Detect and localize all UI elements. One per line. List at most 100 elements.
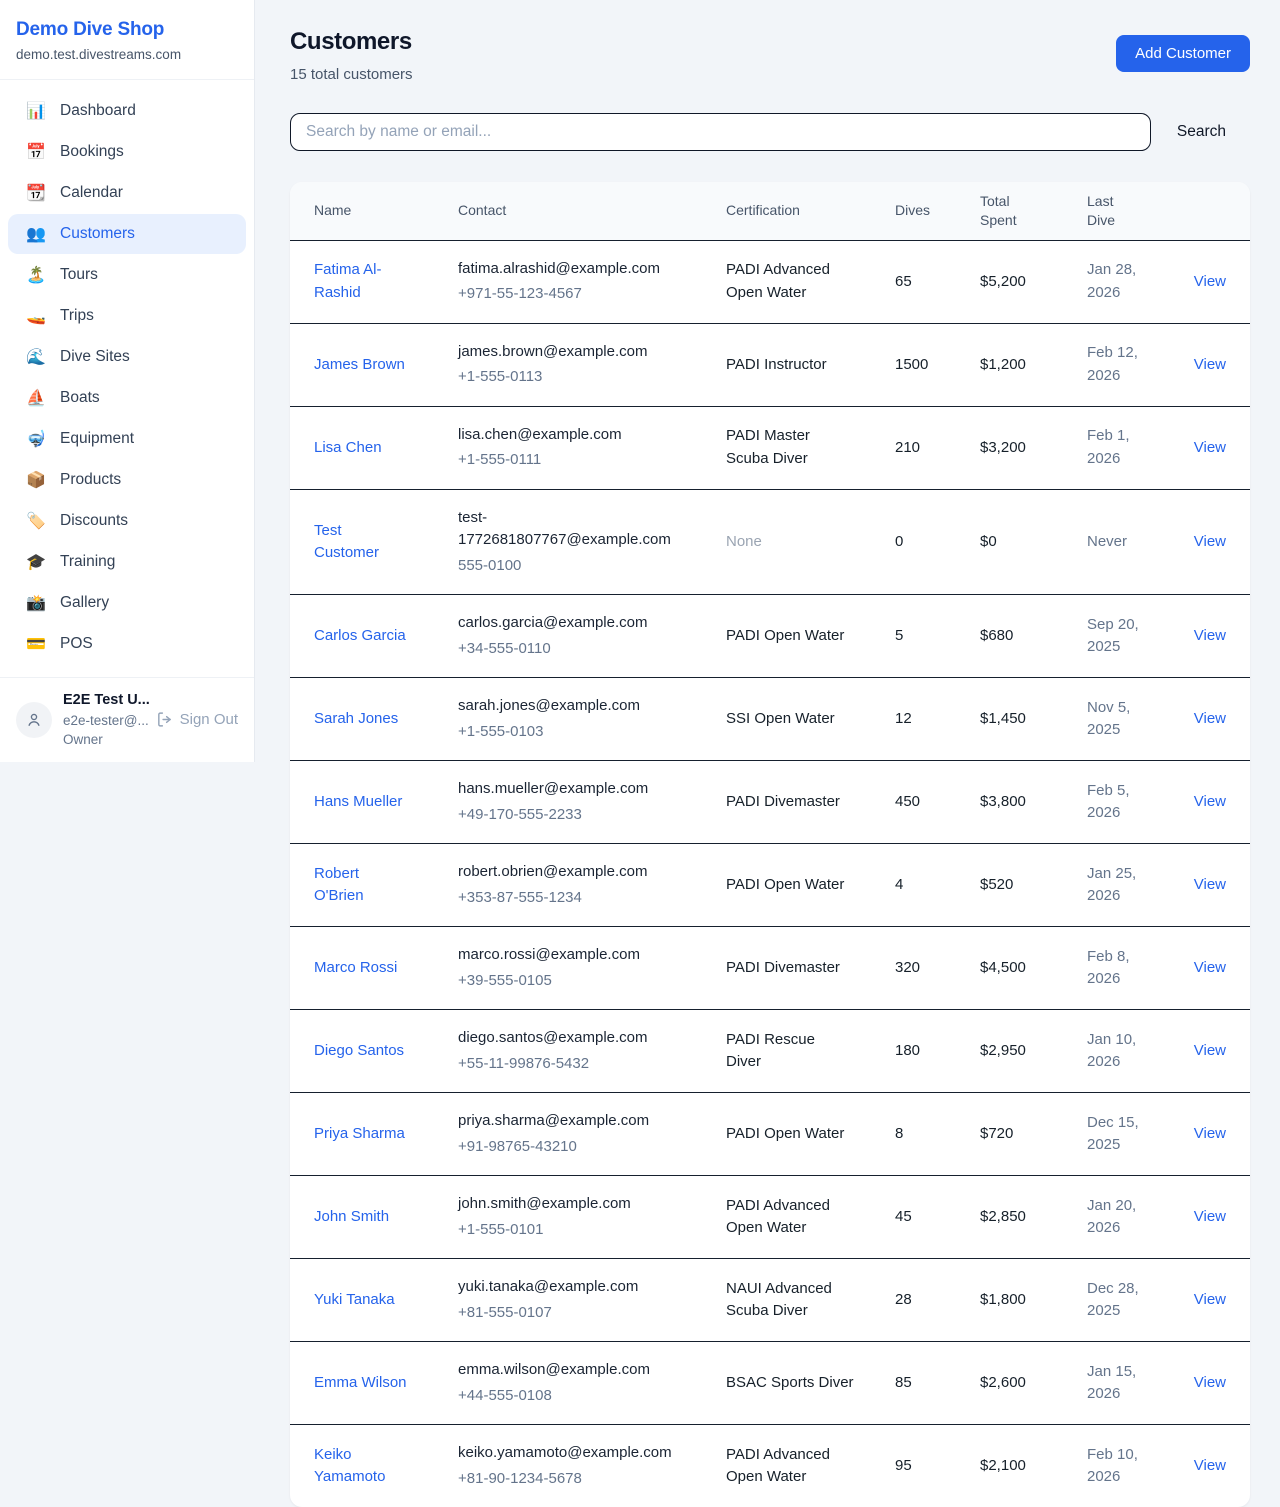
customer-name-link[interactable]: Diego Santos: [314, 1040, 404, 1063]
search-bar: Search: [290, 113, 1250, 151]
view-link[interactable]: View: [1194, 533, 1226, 550]
table-row: Marco Rossi marco.rossi@example.com +39-…: [290, 927, 1250, 1010]
customer-name-link[interactable]: Emma Wilson: [314, 1372, 407, 1395]
view-link[interactable]: View: [1194, 1208, 1226, 1225]
customer-name-link[interactable]: Keiko Yamamoto: [314, 1444, 407, 1489]
search-button[interactable]: Search: [1151, 123, 1250, 141]
view-link[interactable]: View: [1194, 1042, 1226, 1059]
sidebar-item-dive-sites[interactable]: 🌊 Dive Sites: [8, 337, 246, 377]
view-link[interactable]: View: [1194, 959, 1226, 976]
sign-out-label: Sign Out: [180, 711, 238, 728]
table-row: Test Customer test-1772681807767@example…: [290, 489, 1250, 595]
customer-last-dive: Feb 8, 2026: [1087, 946, 1159, 991]
dive-mask-icon: 🤿: [25, 429, 47, 449]
customer-phone: +55-11-99876-5432: [458, 1053, 686, 1076]
customer-dives: 28: [895, 1259, 980, 1342]
customer-email: robert.obrien@example.com: [458, 861, 686, 884]
customer-email: lisa.chen@example.com: [458, 424, 686, 447]
table-row: James Brown james.brown@example.com +1-5…: [290, 323, 1250, 406]
customer-last-dive: Jan 15, 2026: [1087, 1361, 1159, 1406]
customer-name-link[interactable]: Hans Mueller: [314, 791, 402, 814]
sidebar-item-products[interactable]: 📦 Products: [8, 460, 246, 500]
camera-icon: 📸: [25, 593, 47, 613]
customer-name-link[interactable]: Sarah Jones: [314, 708, 398, 731]
sidebar-item-pos[interactable]: 💳 POS: [8, 624, 246, 664]
view-link[interactable]: View: [1194, 876, 1226, 893]
customer-name-link[interactable]: Test Customer: [314, 520, 407, 565]
sidebar-item-calendar[interactable]: 📆 Calendar: [8, 173, 246, 213]
sidebar-item-boats[interactable]: ⛵ Boats: [8, 378, 246, 418]
search-input[interactable]: [290, 113, 1151, 151]
column-header-name: Name: [290, 182, 458, 240]
customer-name-link[interactable]: Robert O'Brien: [314, 863, 407, 908]
sidebar: Demo Dive Shop demo.test.divestreams.com…: [0, 0, 255, 762]
customer-total-spent: $4,500: [980, 927, 1087, 1010]
island-icon: 🏝️: [25, 265, 47, 285]
customer-certification: PADI Open Water: [726, 625, 844, 648]
calendar-date-icon: 📅: [25, 142, 47, 162]
customer-dives: 12: [895, 678, 980, 761]
customer-last-dive: Dec 15, 2025: [1087, 1112, 1159, 1157]
page-title: Customers: [290, 28, 413, 56]
customer-last-dive: Sep 20, 2025: [1087, 614, 1159, 659]
sidebar-item-gallery[interactable]: 📸 Gallery: [8, 583, 246, 623]
column-header-certification: Certification: [726, 182, 895, 240]
customer-email: sarah.jones@example.com: [458, 695, 686, 718]
customer-name-link[interactable]: Yuki Tanaka: [314, 1289, 395, 1312]
sidebar-item-bookings[interactable]: 📅 Bookings: [8, 132, 246, 172]
customer-dives: 65: [895, 240, 980, 323]
customer-name-link[interactable]: Carlos Garcia: [314, 625, 406, 648]
sailboat-icon: ⛵: [25, 388, 47, 408]
sidebar-item-customers[interactable]: 👥 Customers: [8, 214, 246, 254]
bar-chart-icon: 📊: [25, 101, 47, 121]
customer-dives: 210: [895, 406, 980, 489]
customer-email: james.brown@example.com: [458, 341, 686, 364]
table-row: Carlos Garcia carlos.garcia@example.com …: [290, 595, 1250, 678]
customer-last-dive: Never: [1087, 531, 1127, 554]
customer-name-link[interactable]: Marco Rossi: [314, 957, 397, 980]
view-link[interactable]: View: [1194, 1291, 1226, 1308]
sign-out-button[interactable]: Sign Out: [156, 711, 238, 728]
customer-phone: +1-555-0111: [458, 449, 686, 472]
table-row: John Smith john.smith@example.com +1-555…: [290, 1176, 1250, 1259]
add-customer-button[interactable]: Add Customer: [1116, 35, 1250, 72]
table-row: Emma Wilson emma.wilson@example.com +44-…: [290, 1342, 1250, 1425]
sidebar-header: Demo Dive Shop demo.test.divestreams.com: [0, 0, 254, 80]
table-row: Lisa Chen lisa.chen@example.com +1-555-0…: [290, 406, 1250, 489]
sidebar-item-training[interactable]: 🎓 Training: [8, 542, 246, 582]
customer-certification: PADI Open Water: [726, 874, 844, 897]
customer-name-link[interactable]: James Brown: [314, 354, 405, 377]
view-link[interactable]: View: [1194, 793, 1226, 810]
tag-icon: 🏷️: [25, 511, 47, 531]
sidebar-item-dashboard[interactable]: 📊 Dashboard: [8, 91, 246, 131]
sidebar-item-discounts[interactable]: 🏷️ Discounts: [8, 501, 246, 541]
view-link[interactable]: View: [1194, 1374, 1226, 1391]
customer-last-dive: Feb 12, 2026: [1087, 342, 1159, 387]
view-link[interactable]: View: [1194, 1457, 1226, 1474]
sidebar-item-trips[interactable]: 🚤 Trips: [8, 296, 246, 336]
view-link[interactable]: View: [1194, 356, 1226, 373]
view-link[interactable]: View: [1194, 273, 1226, 290]
customer-name-link[interactable]: Fatima Al-Rashid: [314, 259, 407, 304]
customer-total-spent: $3,800: [980, 761, 1087, 844]
view-link[interactable]: View: [1194, 439, 1226, 456]
sidebar-item-tours[interactable]: 🏝️ Tours: [8, 255, 246, 295]
view-link[interactable]: View: [1194, 1125, 1226, 1142]
view-link[interactable]: View: [1194, 710, 1226, 727]
customer-name-link[interactable]: Priya Sharma: [314, 1123, 405, 1146]
customer-total-spent: $2,100: [980, 1425, 1087, 1507]
customer-phone: 555-0100: [458, 555, 686, 578]
wave-icon: 🌊: [25, 347, 47, 367]
customer-name-link[interactable]: Lisa Chen: [314, 437, 382, 460]
view-link[interactable]: View: [1194, 627, 1226, 644]
customer-certification: PADI Advanced Open Water: [726, 1195, 854, 1240]
user-role: Owner: [63, 731, 145, 749]
customer-certification: SSI Open Water: [726, 708, 835, 731]
sidebar-item-equipment[interactable]: 🤿 Equipment: [8, 419, 246, 459]
graduation-cap-icon: 🎓: [25, 552, 47, 572]
customer-name-link[interactable]: John Smith: [314, 1206, 389, 1229]
customer-dives: 8: [895, 1093, 980, 1176]
shop-name[interactable]: Demo Dive Shop: [16, 19, 238, 41]
customer-total-spent: $3,200: [980, 406, 1087, 489]
customer-certification: PADI Advanced Open Water: [726, 259, 854, 304]
